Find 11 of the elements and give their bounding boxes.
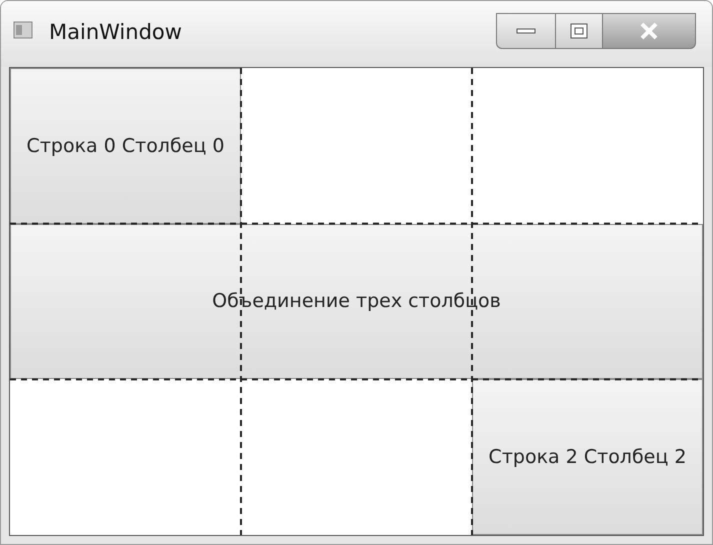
close-button[interactable] <box>602 13 696 49</box>
grid-button[interactable]: Строка 0 Столбец 0 <box>10 68 241 224</box>
maximize-button[interactable] <box>556 13 602 49</box>
minimize-icon <box>516 28 536 34</box>
window-title: MainWindow <box>49 19 182 46</box>
grid-button[interactable]: Строка 2 Столбец 2 <box>472 379 703 535</box>
maximize-icon <box>570 23 588 39</box>
wide-button[interactable]: Объединение трех столбцов <box>10 224 703 380</box>
minimize-button[interactable] <box>496 13 556 49</box>
window-icon <box>13 21 33 39</box>
close-icon <box>639 22 659 40</box>
